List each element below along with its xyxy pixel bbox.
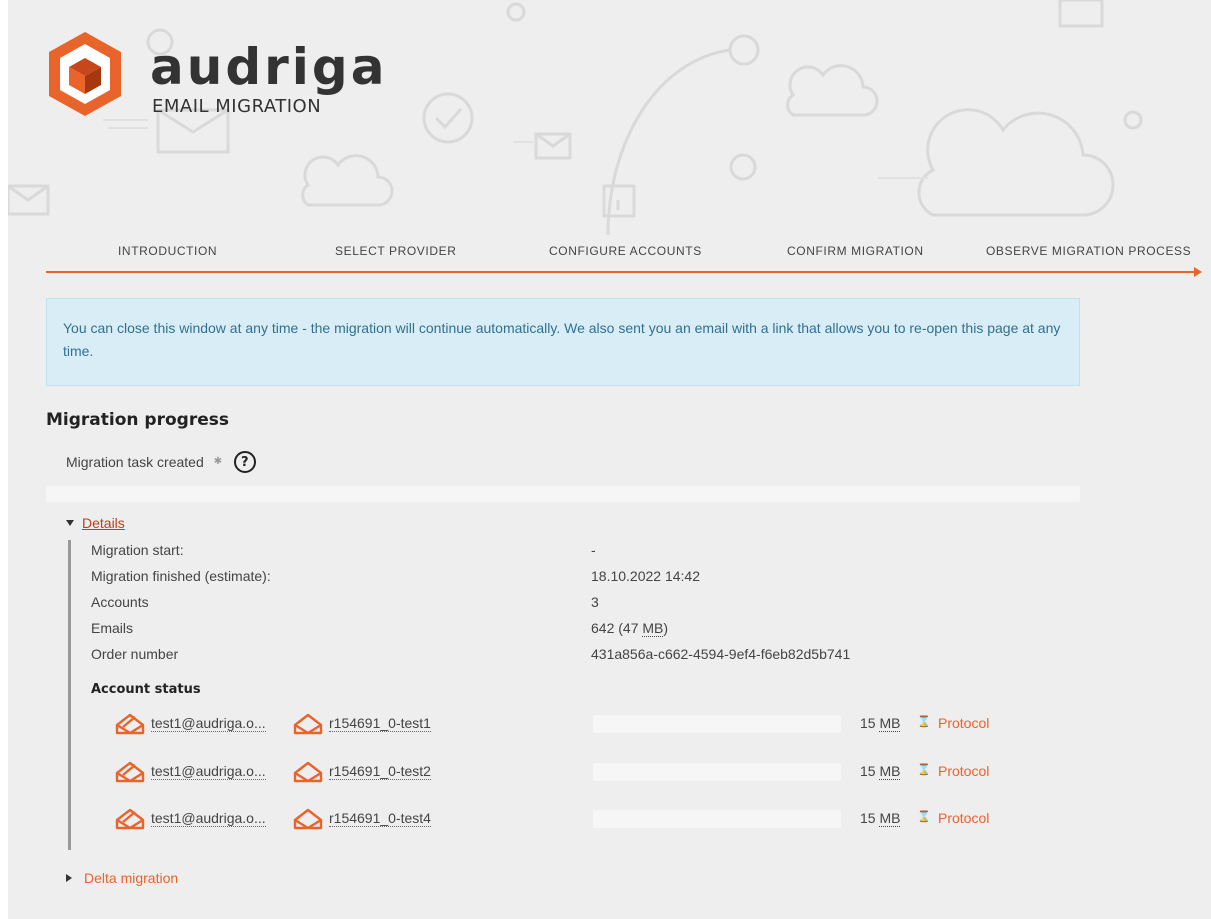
detail-row-emails: Emails 642 (47 MB) — [91, 620, 991, 642]
detail-value: 3 — [591, 594, 599, 610]
detail-value: 431a856a-c662-4594-9ef4-f6eb82d5b741 — [591, 646, 851, 662]
migration-status-row: Migration task created ✱ ? — [66, 450, 256, 474]
detail-row-accounts: Accounts 3 — [91, 594, 991, 616]
step-confirm-migration[interactable]: CONFIRM MIGRATION — [787, 244, 924, 258]
emails-suffix: ) — [663, 620, 669, 636]
steps-arrow-icon — [1194, 267, 1202, 277]
account-status-title: Account status — [91, 682, 201, 697]
source-account-link[interactable]: test1@audriga.o... — [151, 810, 266, 827]
hourglass-icon: ⌛ — [917, 764, 931, 776]
detail-key: Accounts — [91, 594, 149, 610]
account-row: test1@audriga.o... r154691_0-test4 15 MB… — [105, 807, 1045, 833]
source-account-link[interactable]: test1@audriga.o... — [151, 715, 266, 732]
protocol-link[interactable]: Protocol — [938, 810, 989, 826]
brand-logo[interactable]: audriga EMAIL MIGRATION — [46, 30, 446, 130]
account-size: 15 MB — [860, 715, 901, 732]
source-mailbox-icon — [115, 713, 145, 735]
wizard-steps: INTRODUCTION SELECT PROVIDER CONFIGURE A… — [46, 240, 1203, 277]
step-configure-accounts[interactable]: CONFIGURE ACCOUNTS — [549, 244, 702, 258]
account-progress-bar — [593, 763, 841, 781]
detail-value: - — [591, 542, 596, 558]
loading-spinner-icon: ✱ — [213, 456, 223, 467]
migration-progress-bar — [46, 486, 1080, 502]
step-introduction[interactable]: INTRODUCTION — [118, 244, 217, 258]
protocol-link[interactable]: Protocol — [938, 715, 989, 731]
source-mailbox-icon — [115, 808, 145, 830]
source-account-link[interactable]: test1@audriga.o... — [151, 763, 266, 780]
details-link[interactable]: Details — [82, 515, 125, 531]
emails-count: 642 (47 — [591, 620, 643, 636]
page-frame: audriga EMAIL MIGRATION INTRODUCTION SEL… — [8, 0, 1211, 919]
info-alert: You can close this window at any time - … — [46, 298, 1080, 386]
step-observe-migration-process[interactable]: OBSERVE MIGRATION PROCESS — [986, 244, 1191, 258]
detail-row-migration-start: Migration start: - — [91, 542, 991, 564]
account-row: test1@audriga.o... r154691_0-test2 15 MB… — [105, 760, 1045, 786]
source-mailbox-icon — [115, 761, 145, 783]
delta-migration-link[interactable]: Delta migration — [84, 870, 178, 886]
steps-progress-line — [46, 271, 1196, 273]
account-size-unit: MB — [879, 810, 901, 827]
target-mailbox-icon — [293, 808, 323, 830]
migration-status-text: Migration task created — [66, 454, 204, 470]
detail-key: Migration finished (estimate): — [91, 568, 271, 584]
account-size: 15 MB — [860, 763, 901, 780]
account-size-value: 15 — [860, 763, 880, 779]
emails-size-unit: MB — [642, 620, 664, 637]
account-size-unit: MB — [879, 715, 901, 732]
detail-row-order-number: Order number 431a856a-c662-4594-9ef4-f6e… — [91, 646, 991, 668]
target-mailbox-icon — [293, 713, 323, 735]
caret-right-icon — [66, 874, 72, 882]
brand-name: audriga — [150, 38, 388, 96]
caret-down-icon — [66, 520, 74, 526]
detail-key: Order number — [91, 646, 179, 662]
brand-subtitle: EMAIL MIGRATION — [152, 96, 322, 117]
hourglass-icon: ⌛ — [917, 716, 931, 728]
target-account-link[interactable]: r154691_0-test4 — [329, 810, 431, 827]
info-alert-text: You can close this window at any time - … — [63, 320, 1061, 359]
target-account-link[interactable]: r154691_0-test2 — [329, 763, 431, 780]
detail-key: Migration start: — [91, 542, 184, 558]
help-icon[interactable]: ? — [233, 451, 256, 473]
detail-key: Emails — [91, 620, 134, 636]
account-size: 15 MB — [860, 810, 901, 827]
account-size-unit: MB — [879, 763, 901, 780]
detail-value: 642 (47 MB) — [591, 620, 669, 637]
target-account-link[interactable]: r154691_0-test1 — [329, 715, 431, 732]
audriga-logo-icon — [49, 32, 121, 116]
details-panel: Migration start: - Migration finished (e… — [68, 540, 1068, 850]
hourglass-icon: ⌛ — [917, 811, 931, 823]
detail-value: 18.10.2022 14:42 — [591, 568, 700, 584]
target-mailbox-icon — [293, 761, 323, 783]
detail-row-migration-finished: Migration finished (estimate): 18.10.202… — [91, 568, 991, 590]
account-row: test1@audriga.o... r154691_0-test1 15 MB… — [105, 712, 1045, 738]
step-select-provider[interactable]: SELECT PROVIDER — [335, 244, 456, 258]
account-progress-bar — [593, 810, 841, 828]
delta-migration-toggle[interactable]: Delta migration — [66, 870, 178, 886]
protocol-link[interactable]: Protocol — [938, 763, 989, 779]
account-progress-bar — [593, 715, 841, 733]
account-size-value: 15 — [860, 715, 880, 731]
page-title: Migration progress — [46, 410, 229, 430]
account-size-value: 15 — [860, 810, 880, 826]
details-toggle[interactable]: Details — [66, 515, 125, 531]
